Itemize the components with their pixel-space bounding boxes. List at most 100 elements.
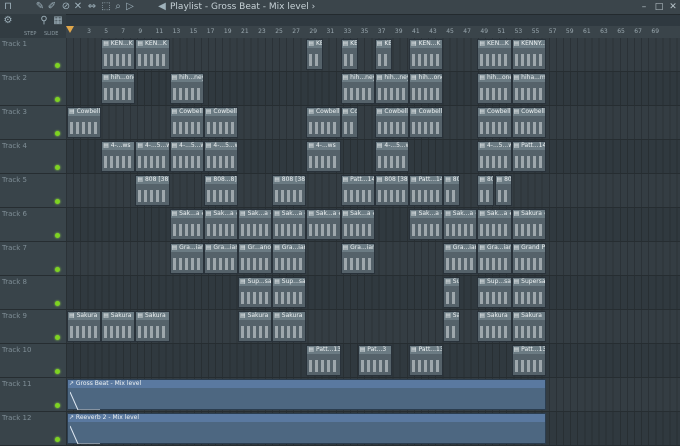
minimize-button[interactable]: – — [638, 1, 650, 13]
magnet-icon[interactable]: ⊓ — [2, 1, 14, 13]
track-header[interactable]: Track 2 — [0, 72, 66, 106]
track-lane[interactable]: ▤ Gra...iano▤ Gra...iano▤ Gr...ano▤ Gra.… — [66, 242, 680, 276]
pattern-clip[interactable]: ▤ Cowbell — [409, 107, 444, 138]
pattern-clip[interactable]: ▤ KEN...K 1 — [477, 39, 512, 70]
pattern-clip[interactable]: ▤ Sakura — [135, 311, 170, 342]
track-header[interactable]: Track 3 — [0, 106, 66, 140]
settings-icon[interactable]: ⚙ — [2, 15, 14, 27]
track-enable-indicator[interactable] — [55, 267, 60, 272]
delete-icon[interactable]: ⊘ — [60, 1, 72, 13]
track-lane[interactable]: ▤ KEN...K 1 ▤ KEN...K 1 ▤ KEN...1 ▤ KEN...1… — [66, 38, 680, 72]
pattern-clip[interactable]: ▤ 4-...5...ws — [135, 141, 170, 172]
pattern-clip[interactable]: ▤ Sa...ra — [443, 311, 461, 342]
pattern-clip[interactable]: ▤ Gra...iano — [340, 243, 375, 274]
select-icon[interactable]: ⬚ — [100, 1, 112, 13]
slip-icon[interactable]: ⇔ — [86, 1, 98, 13]
pattern-clip[interactable]: ▤ Gra...iano — [477, 243, 512, 274]
pattern-clip[interactable]: ▤ Gra...iano — [169, 243, 204, 274]
track-header[interactable]: Track 4 — [0, 140, 66, 174]
track-header[interactable]: Track 11 — [0, 378, 66, 412]
pattern-clip[interactable]: ▤ hih...ney — [340, 73, 375, 104]
pattern-clip[interactable]: ▤ Cowbell — [511, 107, 546, 138]
pattern-clip[interactable]: ▤ hih...ney — [169, 73, 204, 104]
zoom-icon[interactable]: ⌕ — [112, 1, 124, 13]
pattern-clip[interactable]: ▤ Patt...14 — [511, 141, 546, 172]
pattern-clip[interactable]: ▤ Sup...saw — [238, 277, 273, 308]
track-header[interactable]: Track 12 — [0, 412, 66, 446]
pattern-clip[interactable]: ▤ 808 [38] — [443, 175, 461, 206]
pattern-clip[interactable]: ▤ Grand Piano — [511, 243, 546, 274]
track-lane[interactable]: ▤ Cowbell▤ Cowbell▤ Cowbell▤ Cowbell▤ Co… — [66, 106, 680, 140]
track-lane[interactable]: ▤ 4-...ws▤ 4-...5...ws▤ 4-...5...ws▤ 4-.… — [66, 140, 680, 174]
track-lane[interactable]: ▤ Sup...saw▤ Sup...saw▤ Su...w▤ Sup...sa… — [66, 276, 680, 310]
pattern-clip[interactable]: ▤ Sakura #4 — [511, 209, 546, 240]
track-header[interactable]: Track 1 — [0, 38, 66, 72]
pattern-clip[interactable]: ▤ Sak...a #2 — [443, 209, 478, 240]
track-lane[interactable]: ▤ Patt...13 ▤ Pat...3 ▤ Patt...13 ▤ Patt...… — [66, 344, 680, 378]
pattern-clip[interactable]: ▤ KEN...K 1 — [101, 39, 136, 70]
pencil-icon[interactable]: ✎ — [34, 1, 46, 13]
pattern-clip[interactable]: ▤ 4-...ws — [306, 141, 341, 172]
mute-icon[interactable]: ✕ — [72, 1, 84, 13]
pattern-clip[interactable]: ▤ Gra...iano — [203, 243, 238, 274]
pattern-clip[interactable]: ▤ Sak...a #2 — [238, 209, 273, 240]
pattern-clip[interactable]: ▤ hih...oney — [101, 73, 136, 104]
track-header[interactable]: Track 7 — [0, 242, 66, 276]
pattern-clip[interactable]: ▤ Sakura — [511, 311, 546, 342]
playlist-grid[interactable]: ▤ KEN...K 1 ▤ KEN...K 1 ▤ KEN...1 ▤ KEN...1… — [66, 38, 680, 446]
pattern-clip[interactable]: ▤ Co...ll — [340, 107, 358, 138]
speaker-icon[interactable]: ◀ — [156, 1, 168, 13]
pattern-clip[interactable]: ▤ Cowbell — [67, 107, 102, 138]
pattern-clip[interactable]: ▤ Sakura — [67, 311, 102, 342]
pattern-clip[interactable]: ▤ Patt...13 — [511, 345, 546, 376]
track-enable-indicator[interactable] — [55, 437, 60, 442]
pattern-clip[interactable]: ▤ hiha...money — [511, 73, 546, 104]
pattern-clip[interactable]: ▤ hih...ney — [374, 73, 409, 104]
pattern-clip[interactable]: ▤ 4-...5...ws — [203, 141, 238, 172]
track-lane[interactable]: ▤ 808 [38] ▤ 808...8] ▤ 808 [38] ▤ Patt...1… — [66, 174, 680, 208]
track-header[interactable]: Track 5 — [0, 174, 66, 208]
pattern-clip[interactable]: ▤ Gr...ano — [238, 243, 273, 274]
pattern-clip[interactable]: ▤ Gra...iano — [443, 243, 478, 274]
pattern-clip[interactable]: ▤ Sak...a #4 — [477, 209, 512, 240]
automation-clip[interactable]: ↗ Reeverb 2 - Mix level — [67, 413, 546, 444]
pattern-clip[interactable]: ▤ Cowbell — [477, 107, 512, 138]
pattern-clip[interactable]: ▤ hih...oney — [477, 73, 512, 104]
pattern-clip[interactable]: ▤ 808 [38] — [494, 175, 512, 206]
track-enable-indicator[interactable] — [55, 403, 60, 408]
pattern-clip[interactable]: ▤ Cowbell — [306, 107, 341, 138]
paint-icon[interactable]: ✐ — [46, 1, 58, 13]
step-label[interactable]: STEP — [24, 31, 36, 37]
pattern-clip[interactable]: ▤ Patt...13 — [409, 345, 444, 376]
pattern-clip[interactable]: ▤ 4-...ws — [101, 141, 136, 172]
pattern-clip[interactable]: ▤ KEN...1 — [340, 39, 358, 70]
pattern-clip[interactable]: ▤ hih...oney — [409, 73, 444, 104]
track-enable-indicator[interactable] — [55, 335, 60, 340]
maximize-button[interactable]: □ — [653, 1, 665, 13]
pattern-clip[interactable]: ▤ Sak...a #2 — [409, 209, 444, 240]
pattern-clip[interactable]: ▤ Patt...13 — [306, 345, 341, 376]
pattern-clip[interactable]: ▤ Cowbell — [169, 107, 204, 138]
pattern-clip[interactable]: ▤ 808...8] — [203, 175, 238, 206]
track-enable-indicator[interactable] — [55, 199, 60, 204]
pattern-clip[interactable]: ▤ Sakura — [238, 311, 273, 342]
pattern-clip[interactable]: ▤ Pat...3 — [357, 345, 392, 376]
track-enable-indicator[interactable] — [55, 97, 60, 102]
track-lane[interactable]: ↗ Gross Beat - Mix level — [66, 378, 680, 412]
pattern-clip[interactable]: ▤ KEN...1 — [306, 39, 324, 70]
automation-clip[interactable]: ↗ Gross Beat - Mix level — [67, 379, 546, 410]
play-icon[interactable]: ▷ — [124, 1, 136, 13]
link-icon[interactable]: ⚲ — [38, 15, 50, 27]
pattern-clip[interactable]: ▤ Sup...saw — [272, 277, 307, 308]
track-enable-indicator[interactable] — [55, 63, 60, 68]
pattern-clip[interactable]: ▤ KEN...K 1 — [409, 39, 444, 70]
pattern-clip[interactable]: ▤ Sup...saw — [477, 277, 512, 308]
pattern-clip[interactable]: ▤ Supersaw — [511, 277, 546, 308]
pattern-clip[interactable]: ▤ Patt...14 — [409, 175, 444, 206]
track-enable-indicator[interactable] — [55, 165, 60, 170]
close-button[interactable]: ✕ — [667, 1, 679, 13]
pattern-clip[interactable]: ▤ 808 [38] — [477, 175, 495, 206]
pattern-clip[interactable]: ▤ 808 [38] — [374, 175, 409, 206]
pattern-clip[interactable]: ▤ 808 [38] — [135, 175, 170, 206]
pattern-clip[interactable]: ▤ Patt...14 — [340, 175, 375, 206]
